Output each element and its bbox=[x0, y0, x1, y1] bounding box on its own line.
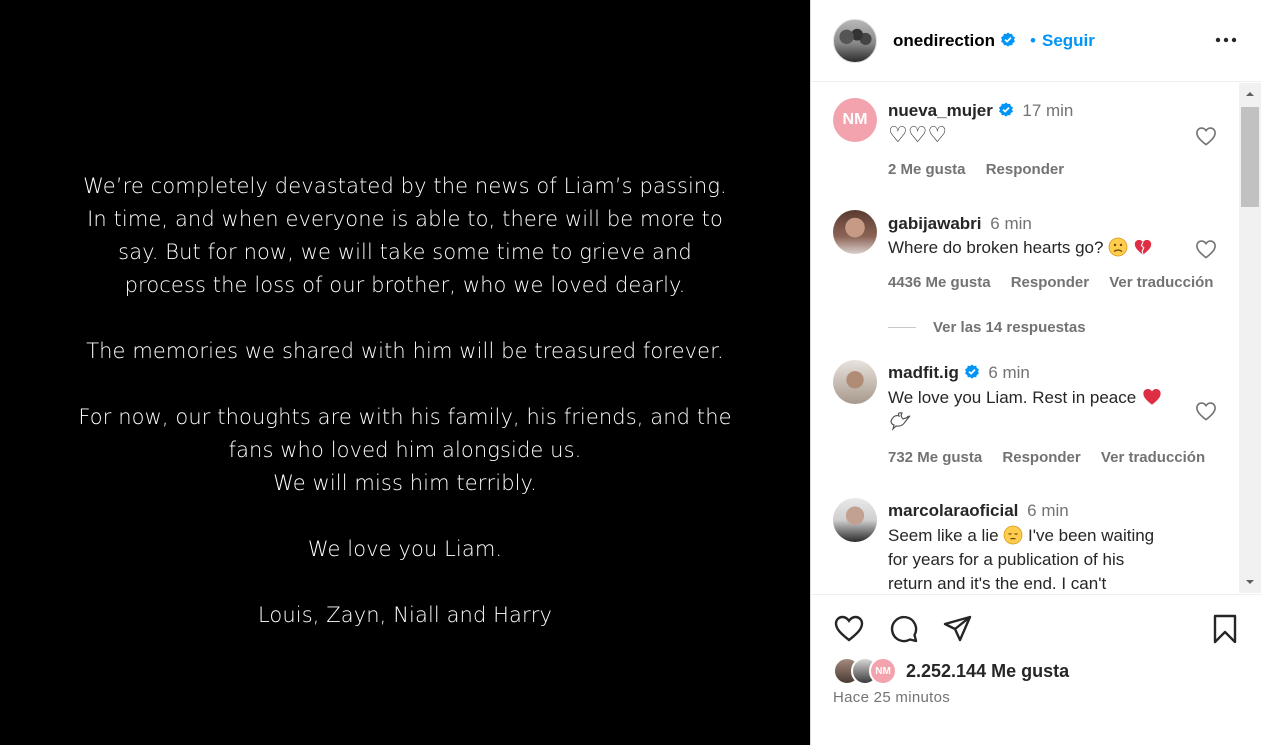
comment-likes[interactable]: 732 Me gusta bbox=[888, 449, 982, 466]
bookmark-save-icon[interactable] bbox=[1209, 613, 1241, 645]
share-send-icon[interactable] bbox=[942, 613, 974, 645]
account-username[interactable]: onedirection bbox=[893, 31, 1016, 51]
comment-text-content: Seem like a lie bbox=[888, 526, 999, 545]
comment-username-text[interactable]: gabijawabri bbox=[888, 214, 982, 233]
statement-line: We love you Liam. bbox=[307, 537, 503, 561]
heart-icon[interactable] bbox=[1195, 239, 1217, 259]
like-heart-icon[interactable] bbox=[833, 613, 865, 645]
statement-signature: Louis, Zayn, Niall and Harry bbox=[0, 599, 810, 632]
statement-paragraph-2: The memories we shared with him will be … bbox=[0, 335, 810, 368]
likes-count[interactable]: 2.252.144 Me gusta bbox=[906, 661, 1069, 682]
statement-line: We will miss him terribly. bbox=[273, 471, 537, 495]
reply-button[interactable]: Responder bbox=[1002, 449, 1080, 466]
post-timestamp[interactable]: Hace 25 minutos bbox=[833, 689, 950, 706]
comment-time[interactable]: 6 min bbox=[1027, 501, 1069, 520]
comment-text: We love you Liam. Rest in peace bbox=[888, 386, 1193, 434]
comment-text: ♡♡♡ bbox=[888, 122, 948, 147]
view-replies-button[interactable]: Ver las 14 respuestas bbox=[933, 319, 1086, 336]
heart-icon[interactable] bbox=[1195, 401, 1217, 421]
see-translation-button[interactable]: Ver traducción bbox=[1101, 449, 1205, 466]
comment-text-content: Where do broken hearts go? bbox=[888, 238, 1104, 257]
account-username-text[interactable]: onedirection bbox=[893, 31, 995, 50]
scroll-up-arrow-icon[interactable] bbox=[1239, 83, 1261, 105]
statement-line: The memories we shared with him will be … bbox=[86, 339, 724, 363]
comment-item: marcolaraoficial 6 min Seem like a lie I… bbox=[811, 483, 1241, 593]
comment-username[interactable]: madfit.ig 6 min bbox=[888, 363, 1030, 383]
comment-avatar[interactable]: NM bbox=[833, 98, 877, 142]
comment-text-content: return and it's the end. I can't bbox=[888, 574, 1107, 593]
comment-item: gabijawabri 6 min Where do broken hearts… bbox=[811, 193, 1241, 313]
reply-button[interactable]: Responder bbox=[986, 161, 1064, 178]
comment-username-text[interactable]: marcolaraoficial bbox=[888, 501, 1018, 520]
statement-line: For now, our thoughts are with his famil… bbox=[78, 405, 732, 429]
statement-line: process the loss of our brother, who we … bbox=[124, 273, 686, 297]
follow-button[interactable]: Seguir bbox=[1042, 31, 1095, 51]
comment-username[interactable]: gabijawabri 6 min bbox=[888, 214, 1032, 234]
verified-badge-icon bbox=[998, 102, 1013, 117]
see-translation-button[interactable]: Ver traducción bbox=[1109, 274, 1213, 291]
comment-text-content: We love you Liam. Rest in peace bbox=[888, 388, 1137, 407]
comments-scrollbar[interactable] bbox=[1239, 83, 1261, 593]
liker-avatar: NM bbox=[869, 657, 897, 685]
statement-line: Louis, Zayn, Niall and Harry bbox=[257, 603, 553, 627]
statement-paragraph-1: We’re completely devastated by the news … bbox=[0, 170, 810, 302]
comment-bubble-icon[interactable] bbox=[888, 613, 920, 645]
account-avatar[interactable] bbox=[833, 19, 877, 63]
separator-dot: • bbox=[1030, 31, 1036, 50]
comment-avatar[interactable] bbox=[833, 210, 877, 254]
statement-line: In time, and when everyone is able to, t… bbox=[87, 207, 723, 231]
statement-line: say. But for now, we will take some time… bbox=[118, 240, 692, 264]
statement-line: fans who loved him alongside us. bbox=[228, 438, 582, 462]
statement-line: We’re completely devastated by the news … bbox=[83, 174, 727, 198]
comment-username-text[interactable]: nueva_mujer bbox=[888, 101, 993, 120]
post-actions: NM 2.252.144 Me gusta Hace 25 minutos bbox=[811, 594, 1261, 745]
post-image: We’re completely devastated by the news … bbox=[0, 0, 810, 745]
comment-text: Where do broken hearts go? bbox=[888, 236, 1198, 260]
replies-divider bbox=[888, 327, 916, 328]
comment-time[interactable]: 17 min bbox=[1022, 101, 1073, 120]
comment-item: NM nueva_mujer 17 min ♡♡♡ 2 Me gusta Res… bbox=[811, 83, 1241, 193]
verified-badge-icon bbox=[964, 364, 979, 379]
scrollbar-thumb[interactable] bbox=[1241, 107, 1259, 207]
post-statement: We’re completely devastated by the news … bbox=[0, 170, 810, 665]
comment-time[interactable]: 6 min bbox=[990, 214, 1032, 233]
pensive-face-emoji-icon bbox=[1003, 525, 1023, 545]
more-options-icon[interactable] bbox=[1213, 30, 1239, 50]
comment-username-text[interactable]: madfit.ig bbox=[888, 363, 959, 382]
statement-paragraph-4: We love you Liam. bbox=[0, 533, 810, 566]
liked-by-avatars[interactable]: NM bbox=[833, 657, 903, 685]
comment-meta: 2 Me gusta Responder bbox=[888, 161, 1080, 178]
comment-text-content: for years for a publication of his bbox=[888, 550, 1125, 569]
comment-avatar[interactable] bbox=[833, 498, 877, 542]
heart-icon[interactable] bbox=[1195, 126, 1217, 146]
comment-meta: 732 Me gusta Responder Ver traducción bbox=[888, 449, 1221, 466]
sad-face-emoji-icon bbox=[1108, 237, 1128, 257]
red-heart-emoji-icon bbox=[1143, 388, 1161, 405]
comment-username[interactable]: nueva_mujer 17 min bbox=[888, 101, 1073, 121]
comments-list[interactable]: NM nueva_mujer 17 min ♡♡♡ 2 Me gusta Res… bbox=[811, 83, 1261, 593]
verified-badge-icon bbox=[1000, 32, 1015, 47]
comment-item: madfit.ig 6 min We love you Liam. Rest i… bbox=[811, 345, 1241, 485]
comment-likes[interactable]: 4436 Me gusta bbox=[888, 274, 991, 291]
comment-text: Seem like a lie I've been waiting for ye… bbox=[888, 524, 1198, 593]
statement-paragraph-3: For now, our thoughts are with his famil… bbox=[0, 401, 810, 500]
comment-username[interactable]: marcolaraoficial 6 min bbox=[888, 501, 1069, 521]
broken-heart-emoji-icon bbox=[1134, 239, 1152, 255]
reply-button[interactable]: Responder bbox=[1011, 274, 1089, 291]
dove-emoji-icon bbox=[890, 412, 911, 431]
post-side-panel: onedirection • Seguir NM nueva_mujer 17 … bbox=[810, 0, 1261, 745]
comment-time[interactable]: 6 min bbox=[988, 363, 1030, 382]
post-header: onedirection • Seguir bbox=[811, 0, 1261, 82]
comment-text-content: I've been waiting bbox=[1028, 526, 1155, 545]
comment-meta: 4436 Me gusta Responder Ver traducción bbox=[888, 274, 1229, 291]
comment-likes[interactable]: 2 Me gusta bbox=[888, 161, 966, 178]
avatar-monogram: NM bbox=[842, 111, 868, 128]
scroll-down-arrow-icon[interactable] bbox=[1239, 571, 1261, 593]
comment-avatar[interactable] bbox=[833, 360, 877, 404]
